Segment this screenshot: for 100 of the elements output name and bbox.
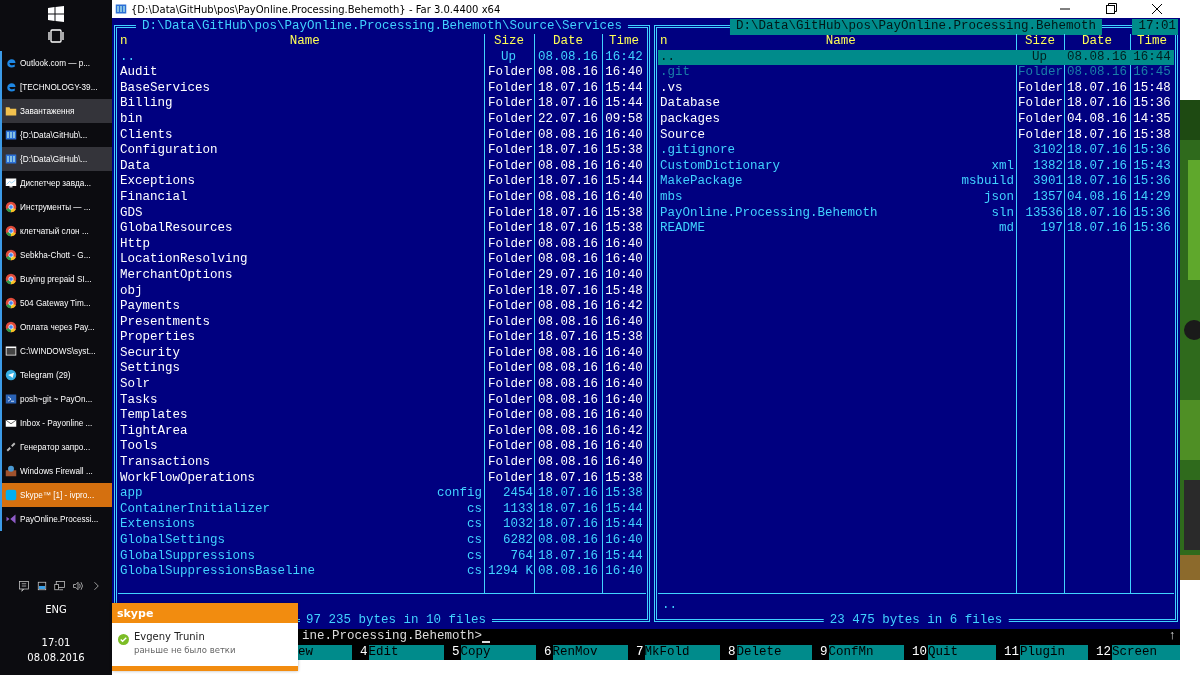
file-row[interactable]: Tasks Folder 08.08.16 16:40: [118, 392, 646, 409]
file-row[interactable]: Clients Folder 08.08.16 16:40: [118, 127, 646, 144]
function-key[interactable]: MkFold: [644, 645, 720, 660]
file-row[interactable]: .. Up 08.08.16 16:42: [118, 49, 646, 66]
file-row[interactable]: Audit Folder 08.08.16 16:40: [118, 65, 646, 81]
file-row[interactable]: LocationResolving Folder 08.08.16 16:40: [118, 252, 646, 268]
file-name: GlobalSettings: [120, 533, 226, 549]
column-header[interactable]: Time: [602, 34, 646, 50]
function-key[interactable]: Screen: [1112, 645, 1180, 660]
file-row[interactable]: Configuration Folder 18.07.16 15:38: [118, 143, 646, 159]
file-row[interactable]: GlobalSuppressionsBaseline cs 1294 K 08.08.16 16:40: [118, 564, 646, 580]
file-row[interactable]: Templates Folder 08.08.16 16:40: [118, 408, 646, 424]
function-key[interactable]: ew: [298, 645, 352, 660]
file-row[interactable]: Properties Folder 18.07.16 15:38: [118, 330, 646, 346]
taskbar-item[interactable]: Завантаження: [0, 99, 112, 123]
task-view-icon[interactable]: [48, 28, 64, 44]
file-row[interactable]: GDS Folder 18.07.16 15:38: [118, 205, 646, 222]
function-key[interactable]: Delete: [736, 645, 812, 660]
file-row[interactable]: Settings Folder 08.08.16 16:40: [118, 361, 646, 378]
sort-indicator[interactable]: n: [120, 34, 128, 50]
file-extension: json: [984, 189, 1014, 206]
file-size: Folder: [487, 392, 534, 409]
file-row[interactable]: WorkFlowOperations Folder 18.07.16 15:38: [118, 470, 646, 487]
sort-indicator[interactable]: n: [660, 34, 668, 50]
file-name: Clients: [120, 127, 173, 144]
function-key[interactable]: RenMov: [552, 645, 628, 660]
file-row[interactable]: bin Folder 22.07.16 09:58: [118, 111, 646, 128]
column-header[interactable]: Time: [1130, 34, 1174, 50]
file-row[interactable]: mbs json 1357 04.08.16 14:29: [658, 189, 1174, 206]
notification-icon[interactable]: [18, 580, 30, 592]
file-row[interactable]: GlobalSettings cs 6282 08.08.16 16:40: [118, 533, 646, 549]
file-date: 08.08.16: [537, 439, 599, 456]
column-header[interactable]: Date: [1064, 34, 1130, 50]
file-row[interactable]: .gitignore 3102 18.07.16 15:36: [658, 143, 1174, 159]
language-indicator[interactable]: ENG: [45, 604, 67, 615]
file-row[interactable]: .vs Folder 18.07.16 15:48: [658, 80, 1174, 97]
window-title: {D:\Data\GitHub\pos\PayOnline.Processing.Behemoth} - Far 3.0.4400 x64: [131, 3, 501, 15]
file-row[interactable]: Solr Folder 08.08.16 16:40: [118, 377, 646, 393]
file-row[interactable]: PayOnline.Processing.Behemoth sln 13536 18.07.16 15:36: [658, 205, 1174, 222]
file-row[interactable]: Financial Folder 08.08.16 16:40: [118, 189, 646, 206]
file-row[interactable]: GlobalSuppressions cs 764 18.07.16 15:44: [118, 548, 646, 565]
function-key[interactable]: Edit: [368, 645, 444, 660]
file-row[interactable]: GlobalResources Folder 18.07.16 15:38: [118, 221, 646, 237]
file-row[interactable]: Presentments Folder 08.08.16 16:40: [118, 314, 646, 331]
app-icon: [5, 81, 17, 93]
network-icon[interactable]: [54, 580, 66, 592]
file-row[interactable]: Billing Folder 18.07.16 15:44: [118, 96, 646, 112]
file-row[interactable]: ContainerInitializer cs 1133 18.07.16 15:44: [118, 501, 646, 518]
file-row[interactable]: Exceptions Folder 18.07.16 15:44: [118, 174, 646, 190]
file-row[interactable]: packages Folder 04.08.16 14:35: [658, 111, 1174, 128]
file-row[interactable]: Database Folder 18.07.16 15:36: [658, 96, 1174, 112]
file-size: Folder: [1017, 96, 1064, 112]
file-row[interactable]: Security Folder 08.08.16 16:40: [118, 345, 646, 362]
file-row[interactable]: CustomDictionary xml 1382 18.07.16 15:43: [658, 158, 1174, 175]
file-row[interactable]: Transactions Folder 08.08.16 16:40: [118, 455, 646, 471]
file-row[interactable]: Extensions cs 1032 18.07.16 15:44: [118, 517, 646, 533]
file-row[interactable]: BaseServices Folder 18.07.16 15:44: [118, 80, 646, 97]
file-size: Folder: [1017, 127, 1064, 144]
column-header[interactable]: Date: [534, 34, 602, 50]
file-row[interactable]: Tools Folder 08.08.16 16:40: [118, 439, 646, 456]
file-row[interactable]: Data Folder 08.08.16 16:40: [118, 158, 646, 175]
file-extension: cs: [467, 501, 482, 518]
file-row[interactable]: Http Folder 08.08.16 16:40: [118, 236, 646, 253]
file-row[interactable]: Payments Folder 08.08.16 16:42: [118, 299, 646, 315]
column-header[interactable]: Size: [1016, 34, 1064, 50]
app-icon: [5, 57, 17, 69]
file-date: 18.07.16: [537, 330, 599, 346]
app-icon: [5, 225, 17, 237]
file-row[interactable]: MakePackage msbuild 3901 18.07.16 15:36: [658, 174, 1174, 190]
column-header[interactable]: Size: [484, 34, 534, 50]
file-row[interactable]: TightArea Folder 08.08.16 16:42: [118, 423, 646, 440]
column-header[interactable]: Name: [825, 34, 856, 50]
taskbar-item[interactable]: {D:\Data\GitHub\...: [0, 147, 112, 171]
file-date: 18.07.16: [1066, 221, 1128, 237]
file-time: 16:42: [604, 423, 644, 440]
file-row[interactable]: Source Folder 18.07.16 15:38: [658, 127, 1174, 144]
function-key[interactable]: Quit: [928, 645, 996, 660]
function-key[interactable]: ConfMn: [828, 645, 904, 660]
panel-status: ..: [662, 597, 677, 612]
notification-popup[interactable]: skype Evgeny Trunin раньше не было ветки: [112, 603, 298, 671]
file-date: 18.07.16: [1066, 143, 1128, 159]
windows-logo-icon[interactable]: [48, 6, 64, 22]
battery-icon[interactable]: [36, 580, 48, 592]
file-row[interactable]: README md 197 18.07.16 15:36: [658, 221, 1174, 237]
file-date: 08.08.16: [537, 377, 599, 393]
file-name: mbs: [660, 189, 683, 206]
volume-icon[interactable]: [72, 580, 84, 592]
function-key[interactable]: Copy: [460, 645, 536, 660]
command-line[interactable]: ine.Processing.Behemoth>: [302, 629, 491, 645]
column-header[interactable]: Name: [289, 34, 320, 50]
file-name: BaseServices: [120, 80, 210, 97]
file-name: PayOnline.Processing.Behemoth: [660, 205, 878, 222]
file-size: 13536: [1024, 205, 1064, 222]
function-key[interactable]: Plugin: [1020, 645, 1088, 660]
file-row[interactable]: app config 2454 18.07.16 15:38: [118, 486, 646, 502]
file-row[interactable]: .git Folder 08.08.16 16:45: [658, 65, 1174, 81]
file-name: Tasks: [120, 392, 158, 409]
file-row[interactable]: .. Up 08.08.16 16:44: [658, 49, 1174, 66]
file-row[interactable]: obj Folder 18.07.16 15:48: [118, 283, 646, 300]
file-row[interactable]: MerchantOptions Folder 29.07.16 10:40: [118, 267, 646, 284]
